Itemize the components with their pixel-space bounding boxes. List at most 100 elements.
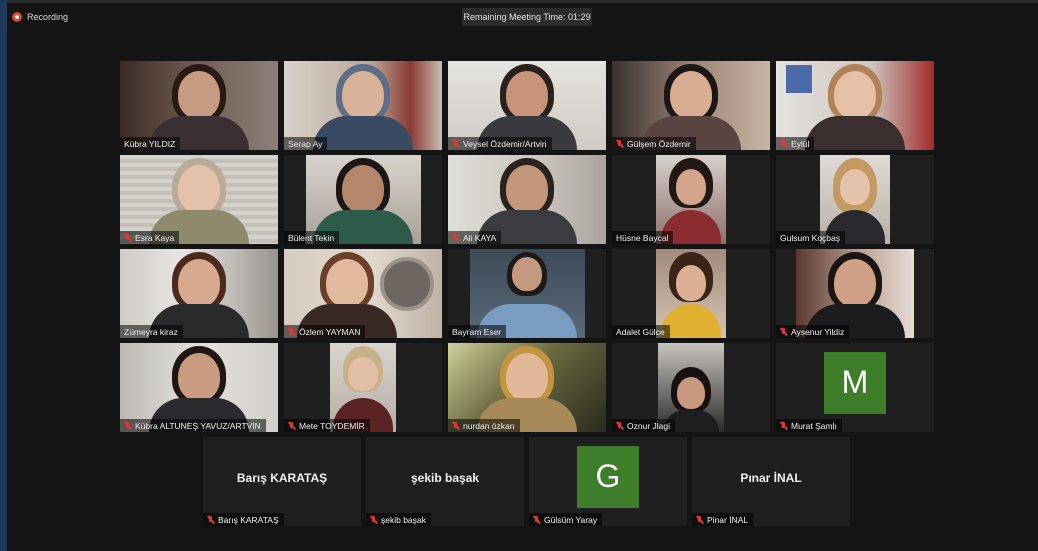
nameplate: Gülşem Özdemir [612,137,696,150]
avatar: M [824,351,886,414]
nameplate: şekib başak [366,513,431,526]
participant-tile-baris-karatas[interactable]: Barış KARATAŞ Barış KARATAŞ [203,437,361,526]
participant-name: Pinar İNAL [707,514,749,525]
nameplate: Zümeyra kiraz [120,325,183,338]
nameplate: Hüsne Baycal [612,231,674,244]
participant-name: Adalet Gülce [616,326,665,337]
nameplate: nurdan özkan [448,419,520,432]
participant-name: Oznur Jlagi [627,420,670,431]
participant-tile-oznur-jlagi[interactable]: Oznur Jlagi [612,343,770,432]
participant-tile-gulsum-yaray[interactable]: G Gülsüm Yaray [529,437,687,526]
participant-tile-nurdan-ozkan[interactable]: nurdan özkan [448,343,606,432]
participant-name: Bülent Tekin [288,232,335,243]
nameplate: Eylül [776,137,815,150]
nameplate: Aysenur Yildiz [776,325,850,338]
mic-muted-icon [452,421,459,430]
participant-name: Gülşem Özdemir [627,138,691,149]
nameplate: Oznur Jlagi [612,419,675,432]
nameplate: Mete TOYDEMİR [284,419,370,432]
participant-tile-zumeyra-kiraz[interactable]: Zümeyra kiraz [120,249,278,338]
mic-muted-icon [288,421,295,430]
nameplate: Adalet Gülce [612,325,670,338]
nameplate: Barış KARATAŞ [203,513,284,526]
nameplate: Özlem YAYMAN [284,325,366,338]
mic-muted-icon [452,233,459,242]
participant-name: Gülsüm Yaray [544,514,598,525]
window-top-edge [0,0,1038,3]
participant-tile-mete-toydemir[interactable]: Mete TOYDEMİR [284,343,442,432]
mic-muted-icon [616,139,623,148]
recording-label: Recording [27,12,69,22]
nameplate: Pinar İNAL [692,513,754,526]
participant-tile-esra-kaya[interactable]: Esra Kaya [120,155,278,244]
participant-tile-ali-kaya[interactable]: Ali KAYA [448,155,606,244]
mic-muted-icon [207,515,214,524]
participant-name: Murat Şamlı [791,420,837,431]
record-icon [12,12,22,22]
participant-tile-aysenur-yildiz[interactable]: Aysenur Yildiz [776,249,934,338]
nameplate: Veysel Özdemir/Artvin [448,137,552,150]
window-left-edge [0,0,7,551]
avatar: G [577,445,639,508]
nameplate: Ali KAYA [448,231,502,244]
participant-tile-adalet-gulce[interactable]: Adalet Gülce [612,249,770,338]
mic-muted-icon [370,515,377,524]
participant-name: Kübra YILDIZ [124,138,176,149]
participant-display-name: şekib başak [410,471,480,485]
timer-label: Remaining Meeting Time: 01:29 [463,12,591,22]
nameplate: Kübra YILDIZ [120,137,181,150]
recording-indicator[interactable]: Recording [12,9,68,25]
participant-name: Serap Ay [288,138,323,149]
nameplate: Bülent Tekin [284,231,340,244]
participant-name: Hüsne Baycal [616,232,669,243]
mic-muted-icon [696,515,703,524]
participant-name: Ali KAYA [463,232,497,243]
mic-muted-icon [124,233,131,242]
participant-name: Esra Kaya [135,232,175,243]
participant-tile-kubra-altunes[interactable]: Kübra ALTUNEŞ YAVUZ/ARTVİN [120,343,278,432]
mic-muted-icon [780,139,787,148]
participant-tile-bulent-tekin[interactable]: Bülent Tekin [284,155,442,244]
participant-tile-eylul[interactable]: Eylül [776,61,934,150]
participant-tile-ozlem-yayman[interactable]: Özlem YAYMAN [284,249,442,338]
mic-muted-icon [616,421,623,430]
nameplate: Gulsum Koçbaş [776,231,845,244]
mic-muted-icon [452,139,459,148]
participant-name: Aysenur Yildiz [791,326,845,337]
mic-muted-icon [288,327,295,336]
participant-name: Veysel Özdemir/Artvin [463,138,547,149]
nameplate: Esra Kaya [120,231,180,244]
participant-name: Kübra ALTUNEŞ YAVUZ/ARTVİN [135,420,261,431]
participant-name: Zümeyra kiraz [124,326,178,337]
participant-tile-husne-baycal[interactable]: Hüsne Baycal [612,155,770,244]
meeting-timer: Remaining Meeting Time: 01:29 [462,8,592,26]
participant-tile-murat-samli[interactable]: M Murat Şamlı [776,343,934,432]
participant-name: Özlem YAYMAN [299,326,361,337]
participant-tile-kubra-yildiz[interactable]: Kübra YILDIZ [120,61,278,150]
nameplate: Bayram Eser [448,325,507,338]
mic-muted-icon [780,421,787,430]
participant-tile-veysel-ozdemir[interactable]: Veysel Özdemir/Artvin [448,61,606,150]
participant-tile-pinar-inal[interactable]: Pınar İNAL Pinar İNAL [692,437,850,526]
participant-name: Barış KARATAŞ [218,514,279,525]
nameplate: Serap Ay [284,137,328,150]
participant-display-name: Pınar İNAL [740,471,802,485]
participant-tile-gulsem-ozdemir[interactable]: Gülşem Özdemir [612,61,770,150]
nameplate: Murat Şamlı [776,419,842,432]
participant-name: şekib başak [381,514,426,525]
nameplate: Gülsüm Yaray [529,513,603,526]
mic-muted-icon [533,515,540,524]
participant-tile-serap-ay[interactable]: Serap Ay [284,61,442,150]
participant-name: Bayram Eser [452,326,502,337]
participant-name: nurdan özkan [463,420,515,431]
participant-name: Eylül [791,138,810,149]
participant-name: Gulsum Koçbaş [780,232,840,243]
mic-muted-icon [780,327,787,336]
participant-tile-gulsum-kocbas[interactable]: Gulsum Koçbaş [776,155,934,244]
participant-name: Mete TOYDEMİR [299,420,365,431]
mic-muted-icon [124,421,131,430]
nameplate: Kübra ALTUNEŞ YAVUZ/ARTVİN [120,419,266,432]
participant-display-name: Barış KARATAŞ [236,471,328,485]
participant-tile-sekib-basak[interactable]: şekib başak şekib başak [366,437,524,526]
participant-tile-bayram-eser[interactable]: Bayram Eser [448,249,606,338]
